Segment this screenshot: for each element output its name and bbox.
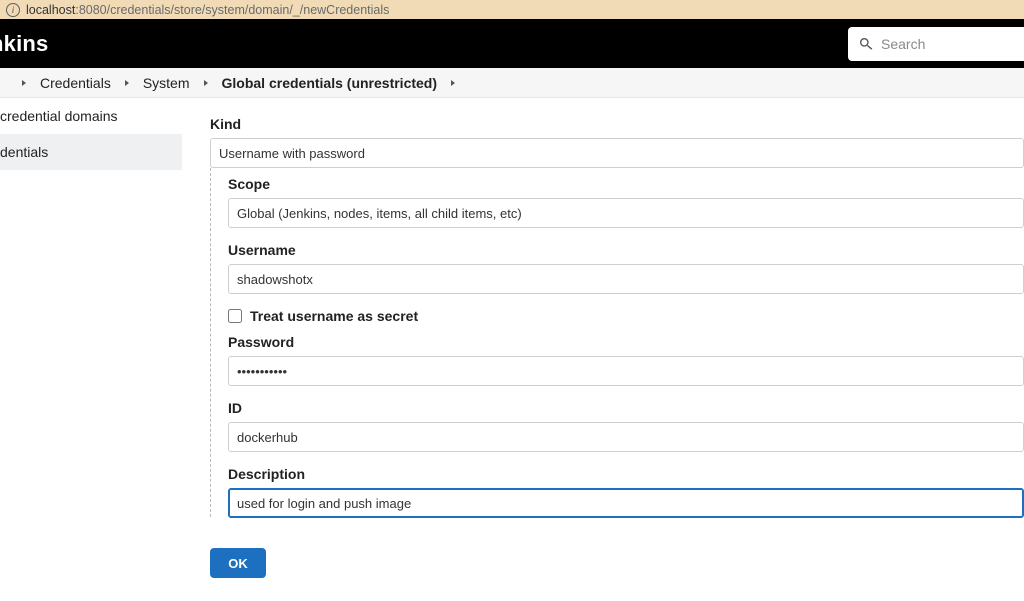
- treat-username-secret-label: Treat username as secret: [250, 308, 418, 324]
- id-label: ID: [228, 400, 1024, 416]
- info-icon: i: [6, 3, 20, 17]
- description-label: Description: [228, 466, 1024, 482]
- scope-value: Global (Jenkins, nodes, items, all child…: [237, 206, 522, 221]
- sidebar-item-credentials[interactable]: dentials: [0, 134, 182, 170]
- kind-select[interactable]: Username with password: [210, 138, 1024, 168]
- jenkins-logo-text[interactable]: nkins: [0, 31, 48, 57]
- scope-select[interactable]: Global (Jenkins, nodes, items, all child…: [228, 198, 1024, 228]
- search-input[interactable]: [881, 36, 1014, 52]
- treat-username-secret-checkbox[interactable]: [228, 309, 242, 323]
- sidebar-item-label: dentials: [0, 144, 48, 160]
- url-path: :8080/credentials/store/system/domain/_/…: [75, 3, 389, 17]
- breadcrumb: Credentials System Global credentials (u…: [0, 68, 1024, 98]
- scope-label: Scope: [228, 176, 1024, 192]
- id-input[interactable]: [237, 430, 1015, 445]
- form-indent-guide: [210, 168, 211, 517]
- search-box[interactable]: [848, 27, 1024, 61]
- kind-label: Kind: [210, 116, 1024, 132]
- kind-value: Username with password: [219, 146, 365, 161]
- breadcrumb-system[interactable]: System: [137, 75, 196, 91]
- password-label: Password: [228, 334, 1024, 350]
- description-input-wrap[interactable]: [228, 488, 1024, 518]
- search-icon: [858, 36, 874, 52]
- breadcrumb-credentials[interactable]: Credentials: [34, 75, 117, 91]
- top-bar: nkins: [0, 19, 1024, 68]
- description-input[interactable]: [237, 496, 1015, 511]
- content-area: credential domains dentials Kind Usernam…: [0, 98, 1024, 601]
- main-form: Kind Username with password Scope Global…: [182, 98, 1024, 601]
- chevron-right-icon: [22, 80, 26, 86]
- chevron-right-icon: [125, 80, 129, 86]
- username-input-wrap[interactable]: [228, 264, 1024, 294]
- password-input[interactable]: [237, 364, 1015, 379]
- breadcrumb-global-credentials[interactable]: Global credentials (unrestricted): [216, 75, 444, 91]
- id-input-wrap[interactable]: [228, 422, 1024, 452]
- username-input[interactable]: [237, 272, 1015, 287]
- browser-address-bar: i localhost :8080/credentials/store/syst…: [0, 0, 1024, 19]
- url-host: localhost: [26, 3, 75, 17]
- treat-username-secret-row[interactable]: Treat username as secret: [228, 308, 1024, 324]
- chevron-right-icon: [204, 80, 208, 86]
- sidebar-item-label: credential domains: [0, 108, 118, 124]
- password-input-wrap[interactable]: [228, 356, 1024, 386]
- chevron-right-icon: [451, 80, 455, 86]
- ok-button[interactable]: OK: [210, 548, 266, 578]
- sidebar: credential domains dentials: [0, 98, 182, 601]
- username-label: Username: [228, 242, 1024, 258]
- sidebar-item-credential-domains[interactable]: credential domains: [0, 98, 182, 134]
